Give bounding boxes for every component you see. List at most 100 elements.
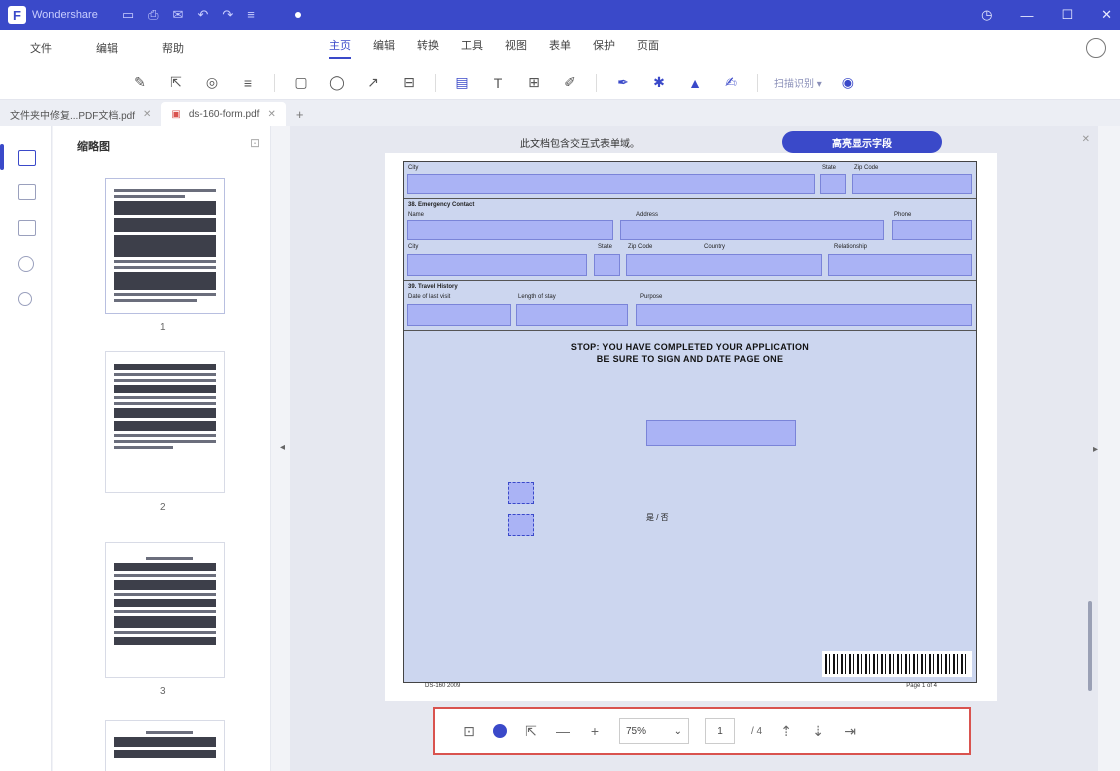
rectangle-icon[interactable]: ▢	[291, 73, 311, 93]
ellipse-icon[interactable]: ◯	[327, 73, 347, 93]
form-field[interactable]	[828, 254, 972, 276]
menu-edit[interactable]: 编辑	[96, 40, 118, 56]
page-number-input[interactable]: 1	[705, 718, 735, 744]
highlight-icon[interactable]: ✎	[130, 73, 150, 93]
tab-home[interactable]: 主页	[329, 37, 351, 59]
bookmark-icon[interactable]	[18, 184, 36, 200]
signature-icon[interactable]: ✍	[721, 73, 741, 93]
form-field[interactable]	[626, 254, 822, 276]
eye-icon[interactable]: ◉	[838, 73, 858, 93]
tab-tools[interactable]: 工具	[461, 37, 483, 59]
marker-icon[interactable]: ✒	[613, 73, 633, 93]
select-tool-icon[interactable]: ⇱	[523, 723, 539, 740]
user-avatar-icon[interactable]	[1086, 38, 1106, 58]
page-thumbnail[interactable]	[105, 720, 225, 771]
field-label: Date of last visit	[408, 294, 451, 300]
zoom-icon[interactable]: ◎	[202, 73, 222, 93]
textbox-icon[interactable]: ⊞	[524, 73, 544, 93]
tab-convert[interactable]: 转换	[417, 37, 439, 59]
select-icon[interactable]: ⇱	[166, 73, 186, 93]
field-label: Purpose	[640, 294, 663, 300]
page-thumbnail[interactable]	[105, 178, 225, 314]
more-icon[interactable]: ≡	[247, 7, 255, 23]
document-tab-active[interactable]: ▣ ds-160-form.pdf ✕	[161, 102, 286, 126]
close-icon[interactable]: ✕	[143, 109, 151, 120]
zoom-in-icon[interactable]: +	[587, 723, 603, 739]
checkbox[interactable]	[508, 514, 534, 536]
tab-protect[interactable]: 保护	[593, 37, 615, 59]
arrow-icon[interactable]: ↗	[363, 73, 383, 93]
redo-icon[interactable]: ↷	[222, 7, 233, 23]
close-panel-icon[interactable]: ⊡	[250, 136, 260, 150]
pen-icon[interactable]: ✐	[560, 73, 580, 93]
text-icon[interactable]: T	[488, 73, 508, 93]
first-page-icon[interactable]: ⇡	[778, 723, 794, 740]
comment-list-icon[interactable]	[18, 256, 34, 272]
field-label: Zip Code	[854, 165, 879, 171]
form-field[interactable]	[407, 254, 587, 276]
search-icon[interactable]	[18, 292, 32, 306]
hand-tool-icon[interactable]	[493, 724, 507, 738]
pdf-file-icon: ▣	[171, 108, 181, 120]
section-label: 39. Travel History	[408, 284, 458, 290]
zoom-out-icon[interactable]: —	[555, 723, 571, 739]
stop-notice: BE SURE TO SIGN AND DATE PAGE ONE	[596, 354, 784, 364]
last-page-icon[interactable]: ⇥	[842, 723, 858, 740]
thumbnail-panel: 缩略图 ⊡ 1 2 3	[53, 126, 271, 771]
comment-icon[interactable]: ▤	[452, 73, 472, 93]
expand-right-panel-icon[interactable]: ▸	[1093, 444, 1098, 455]
signature-field[interactable]	[646, 420, 796, 446]
close-banner-icon[interactable]: ✕	[1082, 134, 1090, 145]
thumbnail-panel-icon[interactable]	[18, 150, 36, 166]
menu-file[interactable]: 文件	[30, 40, 52, 56]
next-page-icon[interactable]: ⇣	[810, 723, 826, 740]
form-field[interactable]	[820, 174, 846, 194]
menu-bar: 文件 编辑 帮助 主页 编辑 转换 工具 视图 表单 保护 页面	[0, 30, 1120, 66]
form-field[interactable]	[852, 174, 972, 194]
form-field[interactable]	[407, 220, 613, 240]
zoom-select[interactable]: 75% ⌄	[619, 718, 689, 744]
close-button[interactable]: ✕	[1101, 7, 1112, 23]
form-field[interactable]	[620, 220, 884, 240]
tab-view[interactable]: 视图	[505, 37, 527, 59]
page-total: / 4	[751, 725, 763, 737]
form-field[interactable]	[636, 304, 972, 326]
print-icon[interactable]: ⎙	[148, 7, 158, 23]
attachment-icon[interactable]	[18, 220, 36, 236]
eraser-icon[interactable]: ✱	[649, 73, 669, 93]
vertical-scrollbar[interactable]	[1088, 601, 1092, 691]
form-field[interactable]	[516, 304, 628, 326]
tab-page[interactable]: 页面	[637, 37, 659, 59]
checkbox-label: 是 / 否	[646, 513, 669, 522]
menu-help[interactable]: 帮助	[162, 40, 184, 56]
active-indicator	[0, 144, 4, 170]
underline-icon[interactable]: ≡	[238, 73, 258, 93]
save-icon[interactable]: ▭	[122, 7, 134, 23]
shape-menu-icon[interactable]: ⊟	[399, 73, 419, 93]
notification-icon[interactable]: ◷	[981, 7, 992, 23]
undo-icon[interactable]: ↶	[197, 7, 208, 23]
checkbox[interactable]	[508, 482, 534, 504]
new-tab-icon[interactable]: +	[296, 107, 304, 122]
fit-page-icon[interactable]: ⊡	[461, 723, 477, 740]
page-thumbnail[interactable]	[105, 351, 225, 493]
form-field[interactable]	[407, 304, 511, 326]
pdf-page: City State Zip Code 38. Emergency Contac…	[385, 153, 997, 701]
form-field[interactable]	[407, 174, 815, 194]
highlight-fields-button[interactable]: 高亮显示字段	[782, 131, 942, 153]
collapse-panel-icon[interactable]: ◂	[280, 442, 285, 453]
document-tab[interactable]: 文件夹中修复...PDF文档.pdf ✕	[0, 102, 161, 126]
document-tab-bar: 文件夹中修复...PDF文档.pdf ✕ ▣ ds-160-form.pdf ✕…	[0, 100, 1120, 126]
form-notice-banner: 此文档包含交互式表单域。 高亮显示字段	[390, 129, 995, 155]
email-icon[interactable]: ✉	[173, 7, 184, 23]
tab-edit[interactable]: 编辑	[373, 37, 395, 59]
form-field[interactable]	[594, 254, 620, 276]
ocr-dropdown[interactable]: 扫描识别 ▾	[774, 75, 822, 90]
maximize-button[interactable]: ☐	[1061, 7, 1073, 23]
form-field[interactable]	[892, 220, 972, 240]
page-thumbnail[interactable]	[105, 542, 225, 678]
minimize-button[interactable]: —	[1020, 8, 1033, 23]
tab-form[interactable]: 表单	[549, 37, 571, 59]
stamp-icon[interactable]: ▲	[685, 73, 705, 93]
close-icon[interactable]: ✕	[267, 109, 275, 120]
